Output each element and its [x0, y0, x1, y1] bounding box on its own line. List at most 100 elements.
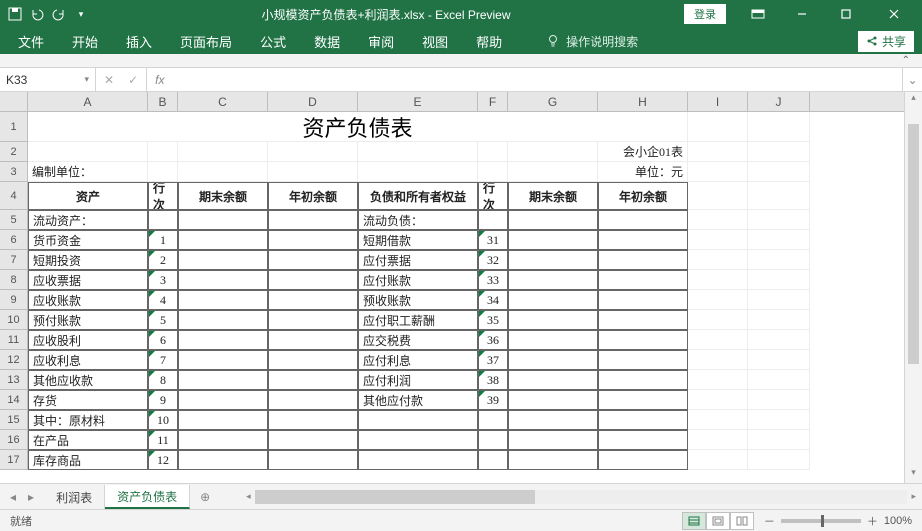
page-break-view-button[interactable]: [730, 512, 754, 530]
cell[interactable]: [748, 430, 810, 450]
cell[interactable]: [598, 250, 688, 270]
cell[interactable]: [478, 210, 508, 230]
cell[interactable]: 期末余额: [178, 182, 268, 210]
cell[interactable]: 1: [148, 230, 178, 250]
vertical-scrollbar[interactable]: ▴ ▾: [904, 92, 922, 483]
cancel-icon[interactable]: ✕: [104, 73, 114, 87]
cell[interactable]: [358, 142, 478, 162]
cell[interactable]: [268, 210, 358, 230]
cell[interactable]: [508, 450, 598, 470]
cell[interactable]: 34: [478, 290, 508, 310]
customize-qat-icon[interactable]: ▾: [74, 7, 88, 21]
cell[interactable]: [748, 410, 810, 430]
cell[interactable]: 3: [148, 270, 178, 290]
row-header[interactable]: 13: [0, 370, 28, 390]
row-header[interactable]: 8: [0, 270, 28, 290]
cell[interactable]: [508, 142, 598, 162]
zoom-in-button[interactable]: ＋: [867, 513, 878, 529]
cell[interactable]: 应收票据: [28, 270, 148, 290]
cell[interactable]: [748, 450, 810, 470]
col-header-J[interactable]: J: [748, 92, 810, 111]
col-header-E[interactable]: E: [358, 92, 478, 111]
spreadsheet-grid[interactable]: ABCDEFGHIJ 1资产负债表2会小企01表3编制单位：单位：元4资产行次期…: [0, 92, 904, 483]
cell[interactable]: 在产品: [28, 430, 148, 450]
zoom-slider[interactable]: [781, 519, 861, 523]
cell[interactable]: [268, 162, 358, 182]
cell[interactable]: 存货: [28, 390, 148, 410]
tab-view[interactable]: 视图: [422, 32, 448, 51]
cell[interactable]: 6: [148, 330, 178, 350]
cell[interactable]: 会小企01表: [598, 142, 688, 162]
col-header-D[interactable]: D: [268, 92, 358, 111]
cell[interactable]: [688, 162, 748, 182]
cell[interactable]: 8: [148, 370, 178, 390]
row-header[interactable]: 2: [0, 142, 28, 162]
cell[interactable]: 流动负债：: [358, 210, 478, 230]
row-header[interactable]: 7: [0, 250, 28, 270]
cell[interactable]: 39: [478, 390, 508, 410]
redo-icon[interactable]: [52, 7, 66, 21]
tab-formulas[interactable]: 公式: [260, 32, 286, 51]
login-button[interactable]: 登录: [684, 4, 726, 24]
cell[interactable]: [178, 270, 268, 290]
cell[interactable]: [268, 350, 358, 370]
cell[interactable]: 9: [148, 390, 178, 410]
cell[interactable]: [148, 162, 178, 182]
cell[interactable]: [508, 330, 598, 350]
cell[interactable]: [748, 270, 810, 290]
cell[interactable]: [478, 162, 508, 182]
cell[interactable]: [508, 390, 598, 410]
cell[interactable]: [688, 182, 748, 210]
row-header[interactable]: 10: [0, 310, 28, 330]
enter-icon[interactable]: ✓: [128, 73, 138, 87]
cell[interactable]: [688, 310, 748, 330]
page-layout-view-button[interactable]: [706, 512, 730, 530]
row-header[interactable]: 12: [0, 350, 28, 370]
cell[interactable]: [598, 290, 688, 310]
cell[interactable]: 年初余额: [268, 182, 358, 210]
cell[interactable]: [358, 430, 478, 450]
cell[interactable]: 31: [478, 230, 508, 250]
cell[interactable]: [748, 162, 810, 182]
cell[interactable]: 应收股利: [28, 330, 148, 350]
cell[interactable]: [508, 210, 598, 230]
cell[interactable]: [508, 310, 598, 330]
cell[interactable]: [688, 370, 748, 390]
row-header[interactable]: 17: [0, 450, 28, 470]
cell[interactable]: [268, 270, 358, 290]
col-header-H[interactable]: H: [598, 92, 688, 111]
next-sheet-icon[interactable]: ▸: [28, 490, 34, 504]
cell[interactable]: [358, 162, 478, 182]
cell[interactable]: [598, 450, 688, 470]
cell[interactable]: 预付账款: [28, 310, 148, 330]
h-scroll-thumb[interactable]: [255, 490, 535, 504]
cell[interactable]: [268, 142, 358, 162]
cell[interactable]: [688, 390, 748, 410]
cell[interactable]: [268, 310, 358, 330]
cell[interactable]: [598, 390, 688, 410]
cell[interactable]: 应收账款: [28, 290, 148, 310]
cell[interactable]: 负债和所有者权益: [358, 182, 478, 210]
cell[interactable]: [508, 250, 598, 270]
cell[interactable]: [178, 210, 268, 230]
cell[interactable]: [688, 330, 748, 350]
cell[interactable]: [178, 230, 268, 250]
cell[interactable]: [688, 230, 748, 250]
fx-icon[interactable]: fx: [147, 68, 172, 91]
cell[interactable]: 12: [148, 450, 178, 470]
tab-data[interactable]: 数据: [314, 32, 340, 51]
tab-home[interactable]: 开始: [72, 32, 98, 51]
cell[interactable]: [598, 410, 688, 430]
cell[interactable]: [268, 410, 358, 430]
cell[interactable]: 应付账款: [358, 270, 478, 290]
cell[interactable]: 38: [478, 370, 508, 390]
cell[interactable]: [268, 370, 358, 390]
cell[interactable]: [268, 390, 358, 410]
new-sheet-button[interactable]: ⊕: [190, 490, 220, 504]
col-header-C[interactable]: C: [178, 92, 268, 111]
undo-icon[interactable]: [30, 7, 44, 21]
cell[interactable]: 7: [148, 350, 178, 370]
cell[interactable]: [748, 390, 810, 410]
cell[interactable]: 5: [148, 310, 178, 330]
cell[interactable]: [178, 162, 268, 182]
